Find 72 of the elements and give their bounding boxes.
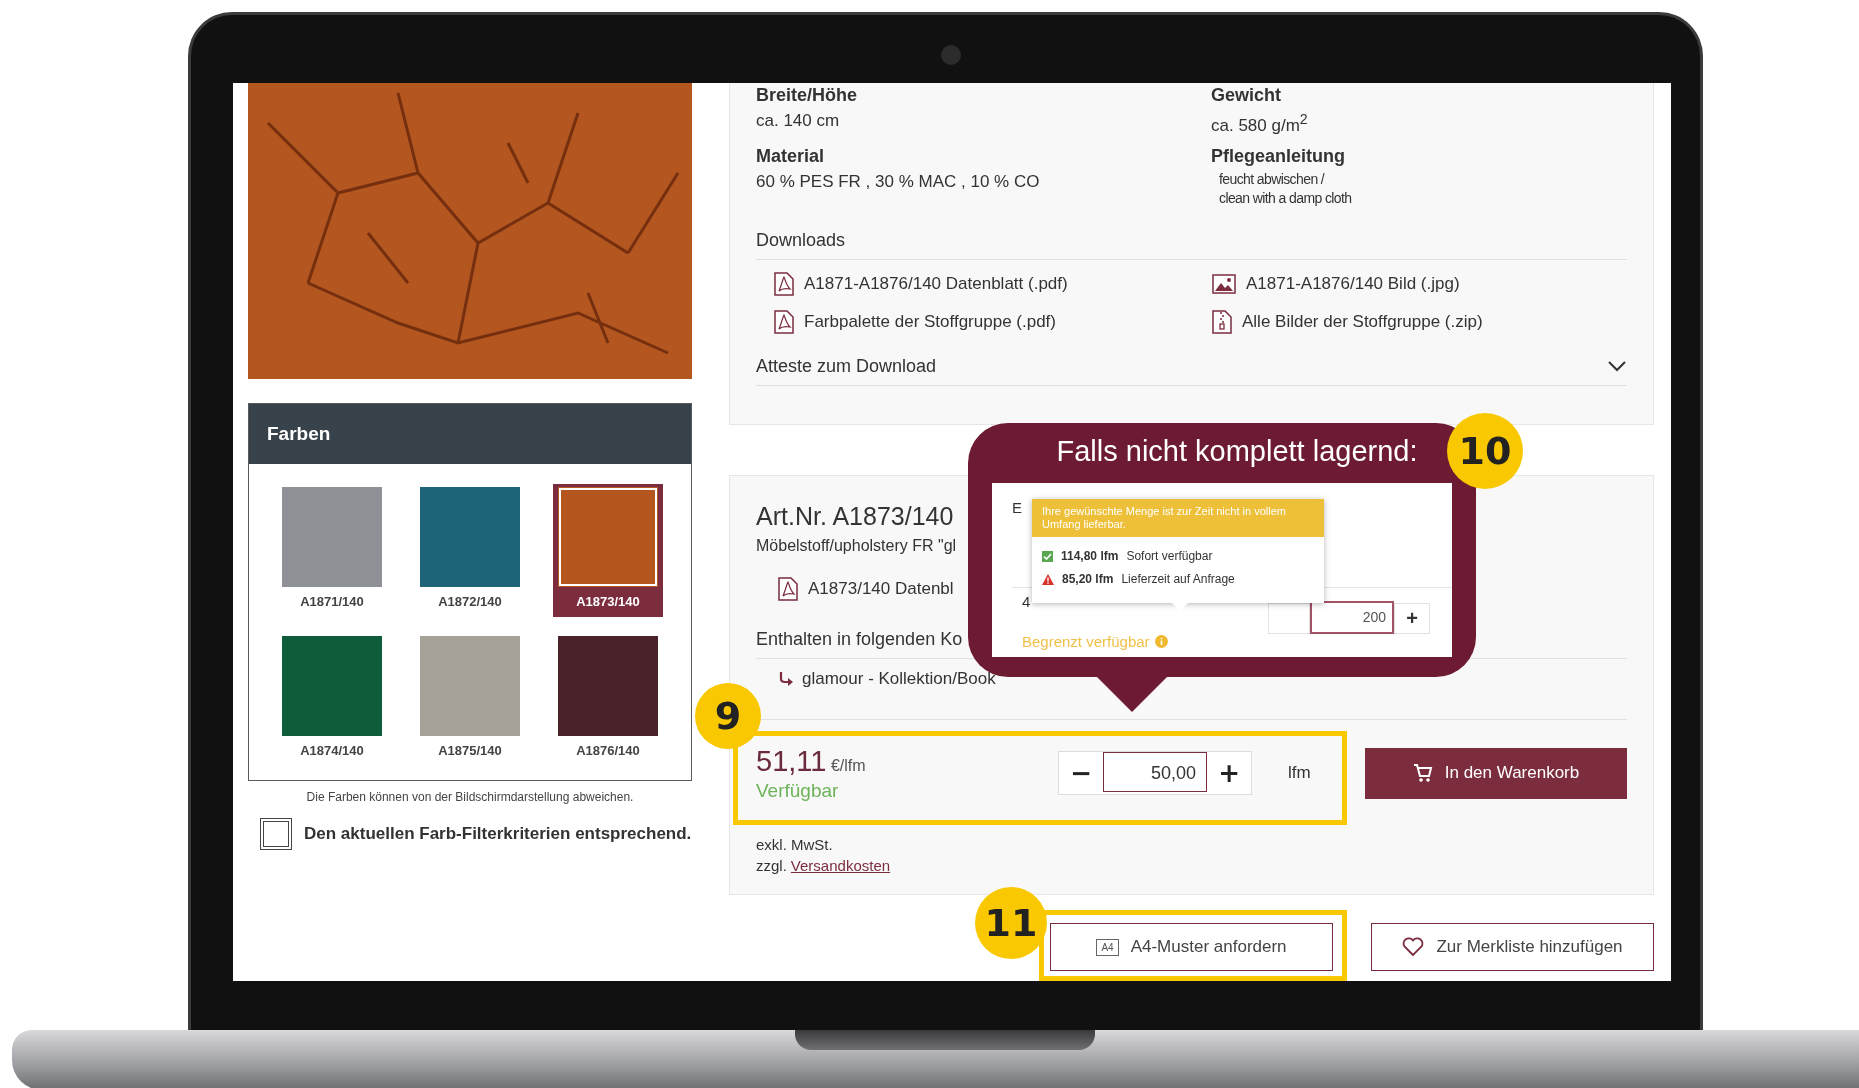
download-link[interactable]: Farbpalette der Stoffgruppe (.pdf) [804,311,1056,332]
warning-icon [1042,573,1054,585]
section-title: Downloads [756,229,1627,260]
image-icon [1212,273,1236,294]
download-link[interactable]: A1871-A1876/140 Datenblatt (.pdf) [804,273,1068,294]
pdf-icon [778,577,798,601]
color-option[interactable]: A1875/140 [415,633,525,766]
color-code: A1871/140 [300,593,364,611]
download-link[interactable]: A1873/140 Datenbl [808,579,954,599]
spec-label: Pflegeanleitung [1211,145,1346,167]
tooltip-message: Ihre gewünschte Menge ist zur Zeit nicht in vollem Umfang lieferbar. [1032,499,1324,537]
checkbox-label: Den aktuellen Farb-Filterkriterien entsprechend. [304,824,692,844]
pdf-icon [774,309,794,334]
spec-value: clean with a damp cloth [1219,188,1353,208]
accordion-header[interactable]: Atteste zum Download [756,355,1627,386]
spec-value: ca. 140 cm [756,111,841,131]
spec-value: ca. 580 g/m$^{2}$ [1211,111,1309,136]
article-description: Möbelstoff/upholstery FR "gl [756,537,957,555]
color-disclaimer: Die Farben können von der Bildschirmdarstellung abweichen. [305,790,635,804]
color-option[interactable]: A1872/140 [415,484,525,617]
cart-icon [1412,763,1433,783]
field-value: 4 [1022,593,1031,610]
shipping-prefix: zzgl. [756,857,787,874]
chevron-icon [1607,360,1627,373]
spec-value: feucht abwischen / [1219,169,1326,189]
availability-status: Verfügbar [756,779,840,802]
camera-icon [941,45,961,65]
checkbox[interactable] [260,818,292,850]
spec-label: Gewicht [1211,85,1282,106]
quantity-field[interactable]: 200 [1310,601,1394,634]
quantity-unit: lfm [1288,763,1312,783]
article-number: Art.Nr. A1873/140 [756,502,954,531]
info-icon [1154,635,1168,648]
spec-value: 60 % PES FR , 30 % MAC , 10 % CO [756,171,1041,192]
color-code: A1874/140 [300,742,364,760]
shipping-link[interactable]: Versandkosten [790,857,891,874]
arrow-icon [778,671,794,687]
zip-file-icon [1212,309,1232,334]
color-code: A1873/140 [576,593,640,611]
spec-label: Material [756,145,826,167]
sample-button[interactable]: A4 A4-Muster anfordern [1050,923,1333,971]
color-option[interactable]: A1876/140 [553,633,663,766]
step-badge: 9 [695,683,761,749]
download-link[interactable]: A1871-A1876/140 Bild (.jpg) [1246,273,1460,294]
increase-button[interactable]: + [1394,603,1430,634]
stock-amount: 114,80 lfm [1061,549,1119,563]
panel-title: Farben [249,404,691,464]
color-code: A1872/140 [438,593,502,611]
a4-icon: A4 [1096,938,1119,956]
color-option[interactable]: A1873/140 [553,484,663,617]
color-option[interactable]: A1871/140 [277,484,387,617]
tax-note: exkl. MwSt. [756,836,834,853]
color-option[interactable]: A1874/140 [277,633,387,766]
field-label: E [1012,499,1022,516]
add-to-cart-button[interactable]: In den Warenkorb [1364,747,1627,799]
download-link[interactable]: Alle Bilder der Stoffgruppe (.zip) [1242,311,1483,332]
wishlist-button[interactable]: Zur Merkliste hinzufügen [1371,923,1654,971]
callout-title: Falls nicht komplett lagernd: [1055,435,1419,469]
collection-link[interactable]: glamour - Kollektion/Book [802,669,996,689]
pdf-icon [774,271,794,296]
stock-status: Lieferzeit auf Anfrage [1121,572,1235,586]
spec-label: Breite/Höhe [756,85,859,106]
heart-icon [1402,937,1425,957]
step-badge: 11 [975,887,1047,959]
check-icon [1042,550,1053,562]
price-unit: €/lfm [830,756,866,774]
stock-status: Sofort verfügbar [1126,549,1213,563]
quantity-field[interactable]: 50,00 [1103,752,1208,792]
color-code: A1876/140 [576,742,640,760]
color-code: A1875/140 [438,742,502,760]
stock-amount: 85,20 lfm [1062,572,1114,586]
availability-status: Begrenzt verfügbar [1022,633,1150,650]
